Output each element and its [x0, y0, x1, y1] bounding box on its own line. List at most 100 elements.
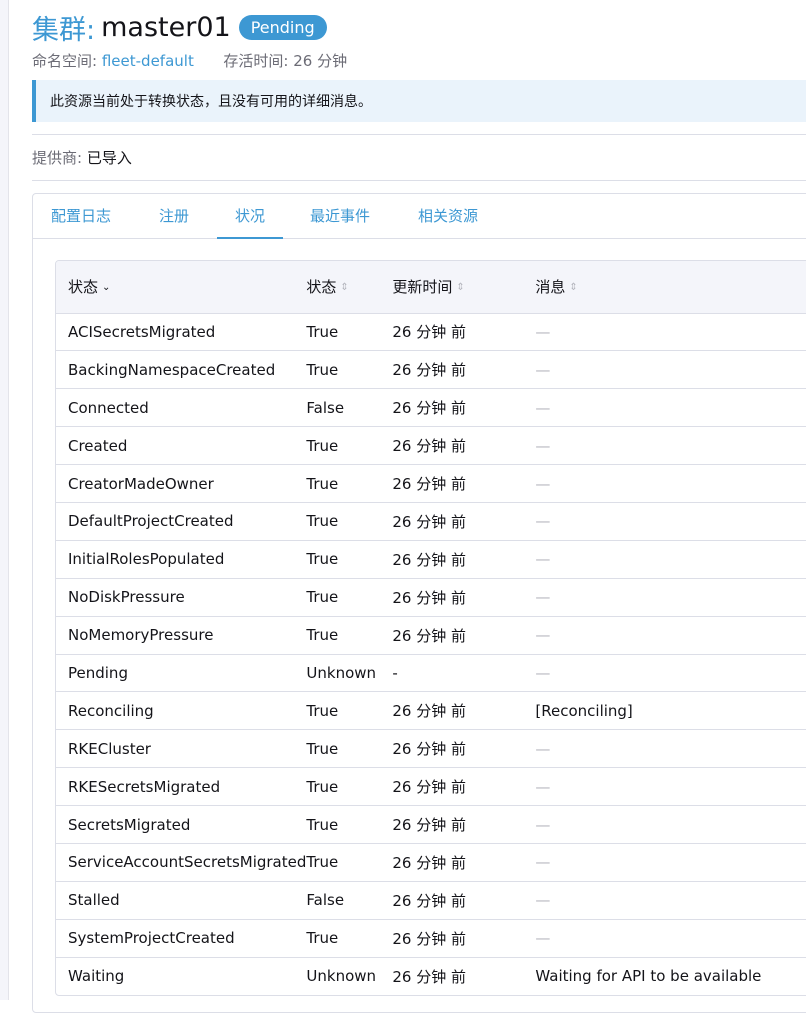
condition-name: SecretsMigrated [68, 815, 191, 834]
condition-message: — [535, 588, 551, 607]
conditions-table: 状态 ⌄ 状态 ⇕ 更新时间 ⇕ 消息 ⇕ ACISecretsMigrated True… [55, 260, 806, 997]
condition-name: Stalled [68, 891, 120, 910]
condition-status: True [306, 436, 339, 455]
condition-message: — [535, 512, 551, 531]
condition-name: InitialRolesPopulated [68, 550, 225, 569]
condition-status: True [306, 815, 339, 834]
condition-name: Reconciling [68, 701, 154, 720]
condition-updated: 26 分钟 前 [392, 626, 467, 645]
sort-desc-icon: ⌄ [102, 281, 111, 293]
table-row: RKECluster True 26 分钟 前 — [56, 729, 806, 768]
condition-message: — [535, 626, 551, 645]
condition-updated: 26 分钟 前 [392, 437, 467, 456]
tab-related-resources[interactable]: 相关资源 [418, 194, 478, 238]
condition-updated: 26 分钟 前 [392, 891, 467, 910]
page-header: 集群: master01 Pending [32, 8, 327, 47]
condition-name: DefaultProjectCreated [68, 512, 234, 531]
table-row: NoDiskPressure True 26 分钟 前 — [56, 578, 806, 616]
column-header-updated[interactable]: 更新时间 ⇕ [392, 261, 535, 313]
condition-name: NoDiskPressure [68, 588, 185, 607]
provider-info: 提供商: 已导入 [32, 147, 132, 168]
sort-icon: ⇕ [456, 281, 465, 293]
table-row: Reconciling True 26 分钟 前 [Reconciling] [56, 691, 806, 730]
provider-value: 已导入 [86, 149, 132, 167]
table-row: Pending Unknown - — [56, 654, 806, 692]
condition-message: — [535, 398, 551, 417]
condition-message: — [535, 474, 551, 493]
tabbed-panel: 配置日志 注册 状况 最近事件 相关资源 状态 ⌄ 状态 ⇕ 更新时间 ⇕ 消息… [32, 193, 806, 1013]
condition-status: False [306, 891, 345, 910]
divider [32, 180, 806, 181]
condition-message: Waiting for API to be available [535, 967, 762, 986]
table-row: Connected False 26 分钟 前 — [56, 388, 806, 427]
table-row: Waiting Unknown 26 分钟 前 Waiting for API to … [56, 957, 806, 995]
table-row: SecretsMigrated True 26 分钟 前 — [56, 805, 806, 844]
condition-updated: 26 分钟 前 [392, 550, 467, 569]
table-row: ACISecretsMigrated True 26 分钟 前 — [56, 313, 806, 351]
condition-updated: 26 分钟 前 [392, 588, 467, 607]
condition-updated: 26 分钟 前 [392, 853, 467, 872]
condition-status: True [306, 929, 339, 948]
condition-name: ServiceAccountSecretsMigrated [68, 853, 307, 872]
left-nav-edge [0, 0, 9, 1000]
condition-status: False [306, 398, 345, 417]
condition-name: RKECluster [68, 739, 151, 758]
condition-updated: 26 分钟 前 [392, 399, 467, 418]
table-row: InitialRolesPopulated True 26 分钟 前 — [56, 540, 806, 578]
condition-updated: 26 分钟 前 [392, 475, 467, 493]
table-row: ServiceAccountSecretsMigrated True 26 分钟 前… [56, 843, 806, 881]
condition-updated: 26 分钟 前 [392, 740, 467, 759]
namespace-link[interactable]: fleet-default [102, 52, 194, 70]
condition-message: — [535, 739, 551, 758]
condition-name: Pending [68, 663, 128, 682]
condition-name: Waiting [68, 967, 125, 986]
condition-status: True [306, 853, 339, 872]
column-header-condition[interactable]: 状态 ⌄ [56, 261, 306, 313]
condition-updated: 26 分钟 前 [392, 967, 467, 986]
condition-status: True [306, 322, 339, 341]
table-row: DefaultProjectCreated True 26 分钟 前 — [56, 502, 806, 540]
condition-name: BackingNamespaceCreated [68, 360, 276, 379]
tab-registration[interactable]: 注册 [159, 194, 189, 238]
tab-conditions[interactable]: 状况 [217, 194, 284, 239]
condition-message: — [535, 360, 551, 379]
tab-config-logs[interactable]: 配置日志 [51, 194, 111, 238]
condition-message: — [535, 436, 551, 455]
table-row: Created True 26 分钟 前 — [56, 426, 806, 465]
condition-message: — [535, 550, 551, 569]
tab-recent-events[interactable]: 最近事件 [310, 194, 370, 238]
column-header-message[interactable]: 消息 ⇕ [535, 261, 806, 313]
page-title: master01 [101, 12, 231, 43]
condition-status: True [306, 777, 339, 796]
resource-type-label: 集群: [32, 15, 96, 46]
age-value: 26 分钟 [293, 52, 348, 70]
condition-message: — [535, 322, 551, 341]
provider-label: 提供商: [32, 149, 83, 167]
condition-status: True [306, 739, 339, 758]
condition-updated: 26 分钟 前 [392, 816, 467, 835]
condition-message: — [535, 815, 551, 834]
condition-name: Created [68, 436, 128, 455]
table-row: BackingNamespaceCreated True 26 分钟 前 — [56, 350, 806, 389]
condition-message: — [535, 929, 551, 948]
condition-status: True [306, 701, 339, 720]
condition-name: ACISecretsMigrated [68, 322, 216, 341]
table-row: CreatorMadeOwner True 26 分钟 前 — [56, 464, 806, 503]
divider [32, 134, 806, 135]
condition-updated: 26 分钟 前 [392, 512, 467, 531]
condition-name: SystemProjectCreated [68, 929, 235, 948]
table-row: NoMemoryPressure True 26 分钟 前 — [56, 616, 806, 654]
condition-status: True [306, 550, 339, 569]
column-header-status[interactable]: 状态 ⇕ [306, 261, 392, 313]
condition-message: [Reconciling] [535, 701, 633, 720]
condition-name: Connected [68, 398, 149, 417]
status-badge: Pending [238, 15, 327, 40]
table-header-row: 状态 ⌄ 状态 ⇕ 更新时间 ⇕ 消息 ⇕ [56, 261, 806, 313]
condition-name: CreatorMadeOwner [68, 474, 214, 493]
sort-icon: ⇕ [340, 281, 349, 293]
condition-status: True [306, 512, 339, 531]
condition-status: True [306, 360, 339, 379]
resource-meta: 命名空间: fleet-default 存活时间: 26 分钟 [32, 50, 347, 71]
condition-updated: 26 分钟 前 [392, 702, 467, 721]
condition-updated: 26 分钟 前 [392, 323, 467, 342]
